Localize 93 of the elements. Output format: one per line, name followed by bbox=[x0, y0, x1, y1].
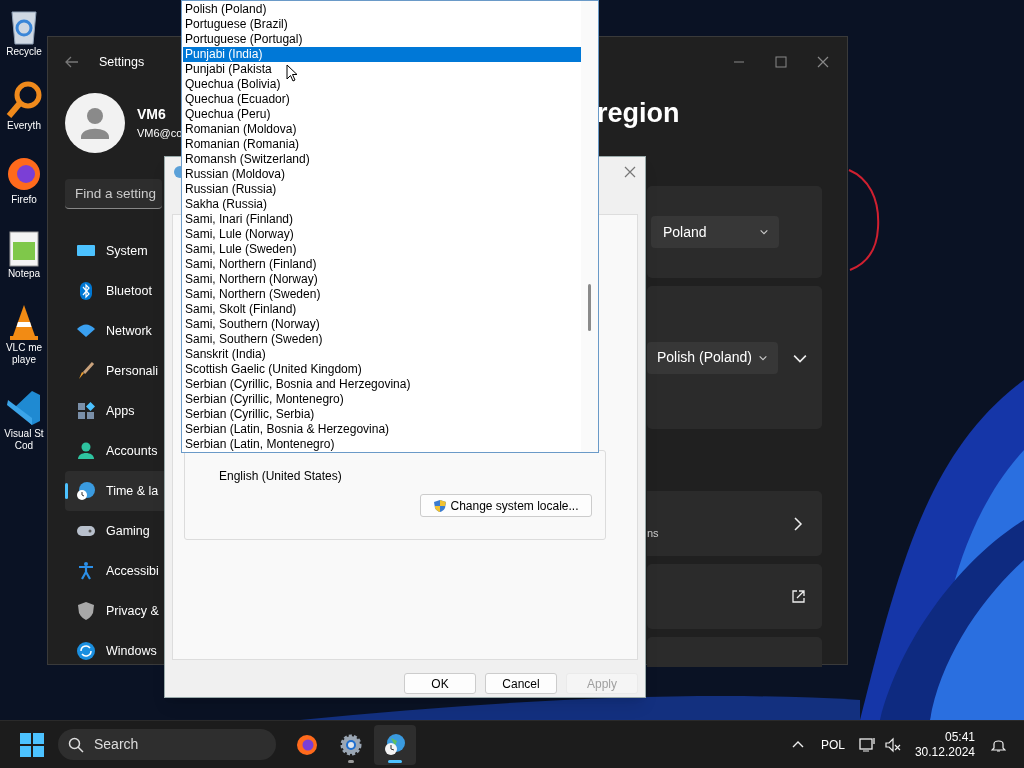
close-icon[interactable] bbox=[624, 166, 636, 178]
nav-item[interactable]: Network bbox=[65, 311, 165, 351]
system-locale-value: English (United States) bbox=[219, 468, 343, 485]
change-locale-button[interactable]: Change system locale... bbox=[420, 494, 592, 517]
taskbar-app[interactable] bbox=[374, 724, 416, 765]
nav-item[interactable]: Windows bbox=[65, 631, 165, 671]
shield-icon bbox=[433, 498, 448, 513]
icon-label: Firefo bbox=[11, 194, 37, 206]
magnifier-icon[interactable] bbox=[4, 80, 44, 120]
close-icon[interactable] bbox=[817, 56, 829, 68]
window-title: Settings bbox=[99, 53, 145, 71]
nav-item[interactable]: Accounts bbox=[65, 431, 165, 471]
list-item[interactable]: Sanskrit (India) bbox=[183, 347, 581, 362]
time-icon bbox=[76, 481, 96, 501]
list-item[interactable]: Scottish Gaelic (United Kingdom) bbox=[183, 362, 581, 377]
mouse-cursor-icon bbox=[286, 64, 298, 82]
list-item[interactable]: Sami, Inari (Finland) bbox=[183, 212, 581, 227]
user-name: VM6 bbox=[137, 105, 167, 125]
list-item[interactable]: Polish (Poland) bbox=[183, 2, 581, 17]
list-item[interactable]: Romansh (Switzerland) bbox=[183, 152, 581, 167]
search-field[interactable]: Find a setting bbox=[65, 179, 162, 209]
list-item[interactable]: Romanian (Moldova) bbox=[183, 122, 581, 137]
network-monitor-icon[interactable] bbox=[858, 736, 877, 753]
icon-label: Cod bbox=[14, 440, 34, 452]
list-item[interactable]: Romanian (Romania) bbox=[183, 137, 581, 152]
nav-item[interactable]: Time & la bbox=[65, 471, 165, 511]
language-dropdown-list[interactable] bbox=[181, 0, 599, 453]
firefox-icon bbox=[295, 732, 319, 757]
update-icon bbox=[76, 641, 96, 661]
maximize-icon[interactable] bbox=[775, 56, 787, 68]
gear-icon bbox=[339, 732, 363, 757]
card-description: ns bbox=[647, 526, 659, 542]
list-item[interactable]: Sami, Skolt (Finland) bbox=[183, 302, 581, 317]
icon-label: playe bbox=[12, 354, 36, 366]
clock-date[interactable]: 30.12.2024 bbox=[914, 744, 975, 760]
dialog-button[interactable]: OK bbox=[404, 673, 476, 694]
nav-item[interactable]: Bluetoot bbox=[65, 271, 165, 311]
nav-item[interactable]: Apps bbox=[65, 391, 165, 431]
list-item[interactable]: Sami, Lule (Norway) bbox=[183, 227, 581, 242]
page-heading: region bbox=[597, 97, 681, 129]
nav-item[interactable]: System bbox=[65, 231, 165, 271]
list-item[interactable]: Serbian (Latin, Bosnia & Herzegovina) bbox=[183, 422, 581, 437]
avatar-icon bbox=[65, 93, 125, 153]
list-item[interactable]: Russian (Russia) bbox=[183, 182, 581, 197]
list-item[interactable]: Portuguese (Portugal) bbox=[183, 32, 581, 47]
list-item[interactable]: Punjabi (Pakista bbox=[183, 62, 581, 77]
icon-label: Visual St bbox=[4, 428, 44, 440]
list-item[interactable]: Sami, Southern (Norway) bbox=[183, 317, 581, 332]
scrollbar-thumb[interactable] bbox=[588, 284, 591, 331]
list-item[interactable]: Portuguese (Brazil) bbox=[183, 17, 581, 32]
chevron-down-icon bbox=[759, 227, 769, 237]
list-item[interactable]: Serbian (Cyrillic, Bosnia and Herzegovina) bbox=[183, 377, 581, 392]
list-item[interactable]: Quechua (Bolivia) bbox=[183, 77, 581, 92]
list-item[interactable]: Sami, Northern (Sweden) bbox=[183, 287, 581, 302]
language-indicator[interactable]: POL bbox=[820, 735, 845, 754]
list-item[interactable]: Serbian (Cyrillic, Serbia) bbox=[183, 407, 581, 422]
settings-card[interactable]: ns bbox=[647, 491, 822, 556]
nav-item[interactable]: Gaming bbox=[65, 511, 165, 551]
list-item[interactable]: Serbian (Latin, Montenegro) bbox=[183, 437, 581, 452]
user-email: VM6@co bbox=[137, 126, 183, 142]
nav-item[interactable]: Privacy & bbox=[65, 591, 165, 631]
back-arrow-icon[interactable] bbox=[65, 55, 79, 69]
icon-label: Recycle bbox=[6, 46, 42, 58]
list-item[interactable]: Sakha (Russia) bbox=[183, 197, 581, 212]
privacy-icon bbox=[76, 601, 96, 621]
accounts-icon bbox=[76, 441, 96, 461]
nav-item[interactable]: Personali bbox=[65, 351, 165, 391]
external-link-icon bbox=[791, 589, 806, 604]
nav-item[interactable]: Accessibi bbox=[65, 551, 165, 591]
start-icon[interactable] bbox=[20, 732, 44, 757]
dialog-button[interactable]: Cancel bbox=[485, 673, 557, 694]
search-icon bbox=[68, 736, 84, 753]
clock-time[interactable]: 05:41 bbox=[944, 729, 975, 745]
list-item[interactable]: Serbian (Cyrillic, Montenegro) bbox=[183, 392, 581, 407]
accessibility-icon bbox=[76, 561, 96, 581]
list-item[interactable]: Russian (Moldova) bbox=[183, 167, 581, 182]
list-item[interactable]: Sami, Southern (Sweden) bbox=[183, 332, 581, 347]
apps-icon bbox=[76, 401, 96, 421]
dropdown-select[interactable]: Poland bbox=[651, 216, 779, 248]
taskbar-search[interactable]: Search bbox=[58, 729, 276, 760]
list-item[interactable]: Sami, Northern (Norway) bbox=[183, 272, 581, 287]
icon-label: Notepa bbox=[7, 268, 41, 280]
list-item[interactable]: Quechua (Ecuador) bbox=[183, 92, 581, 107]
speaker-muted-icon[interactable] bbox=[884, 736, 901, 753]
list-item[interactable]: Sami, Northern (Finland) bbox=[183, 257, 581, 272]
list-item[interactable]: Punjabi (India) bbox=[183, 47, 581, 62]
icon-label: VLC me bbox=[5, 342, 43, 354]
globe-clock-icon bbox=[383, 732, 407, 757]
list-item[interactable]: Quechua (Peru) bbox=[183, 107, 581, 122]
list-item[interactable]: Sami, Lule (Sweden) bbox=[183, 242, 581, 257]
dropdown-select[interactable]: Polish (Poland) bbox=[647, 341, 778, 374]
chevron-right-icon bbox=[792, 516, 804, 531]
icon-label: Everyth bbox=[7, 120, 41, 132]
